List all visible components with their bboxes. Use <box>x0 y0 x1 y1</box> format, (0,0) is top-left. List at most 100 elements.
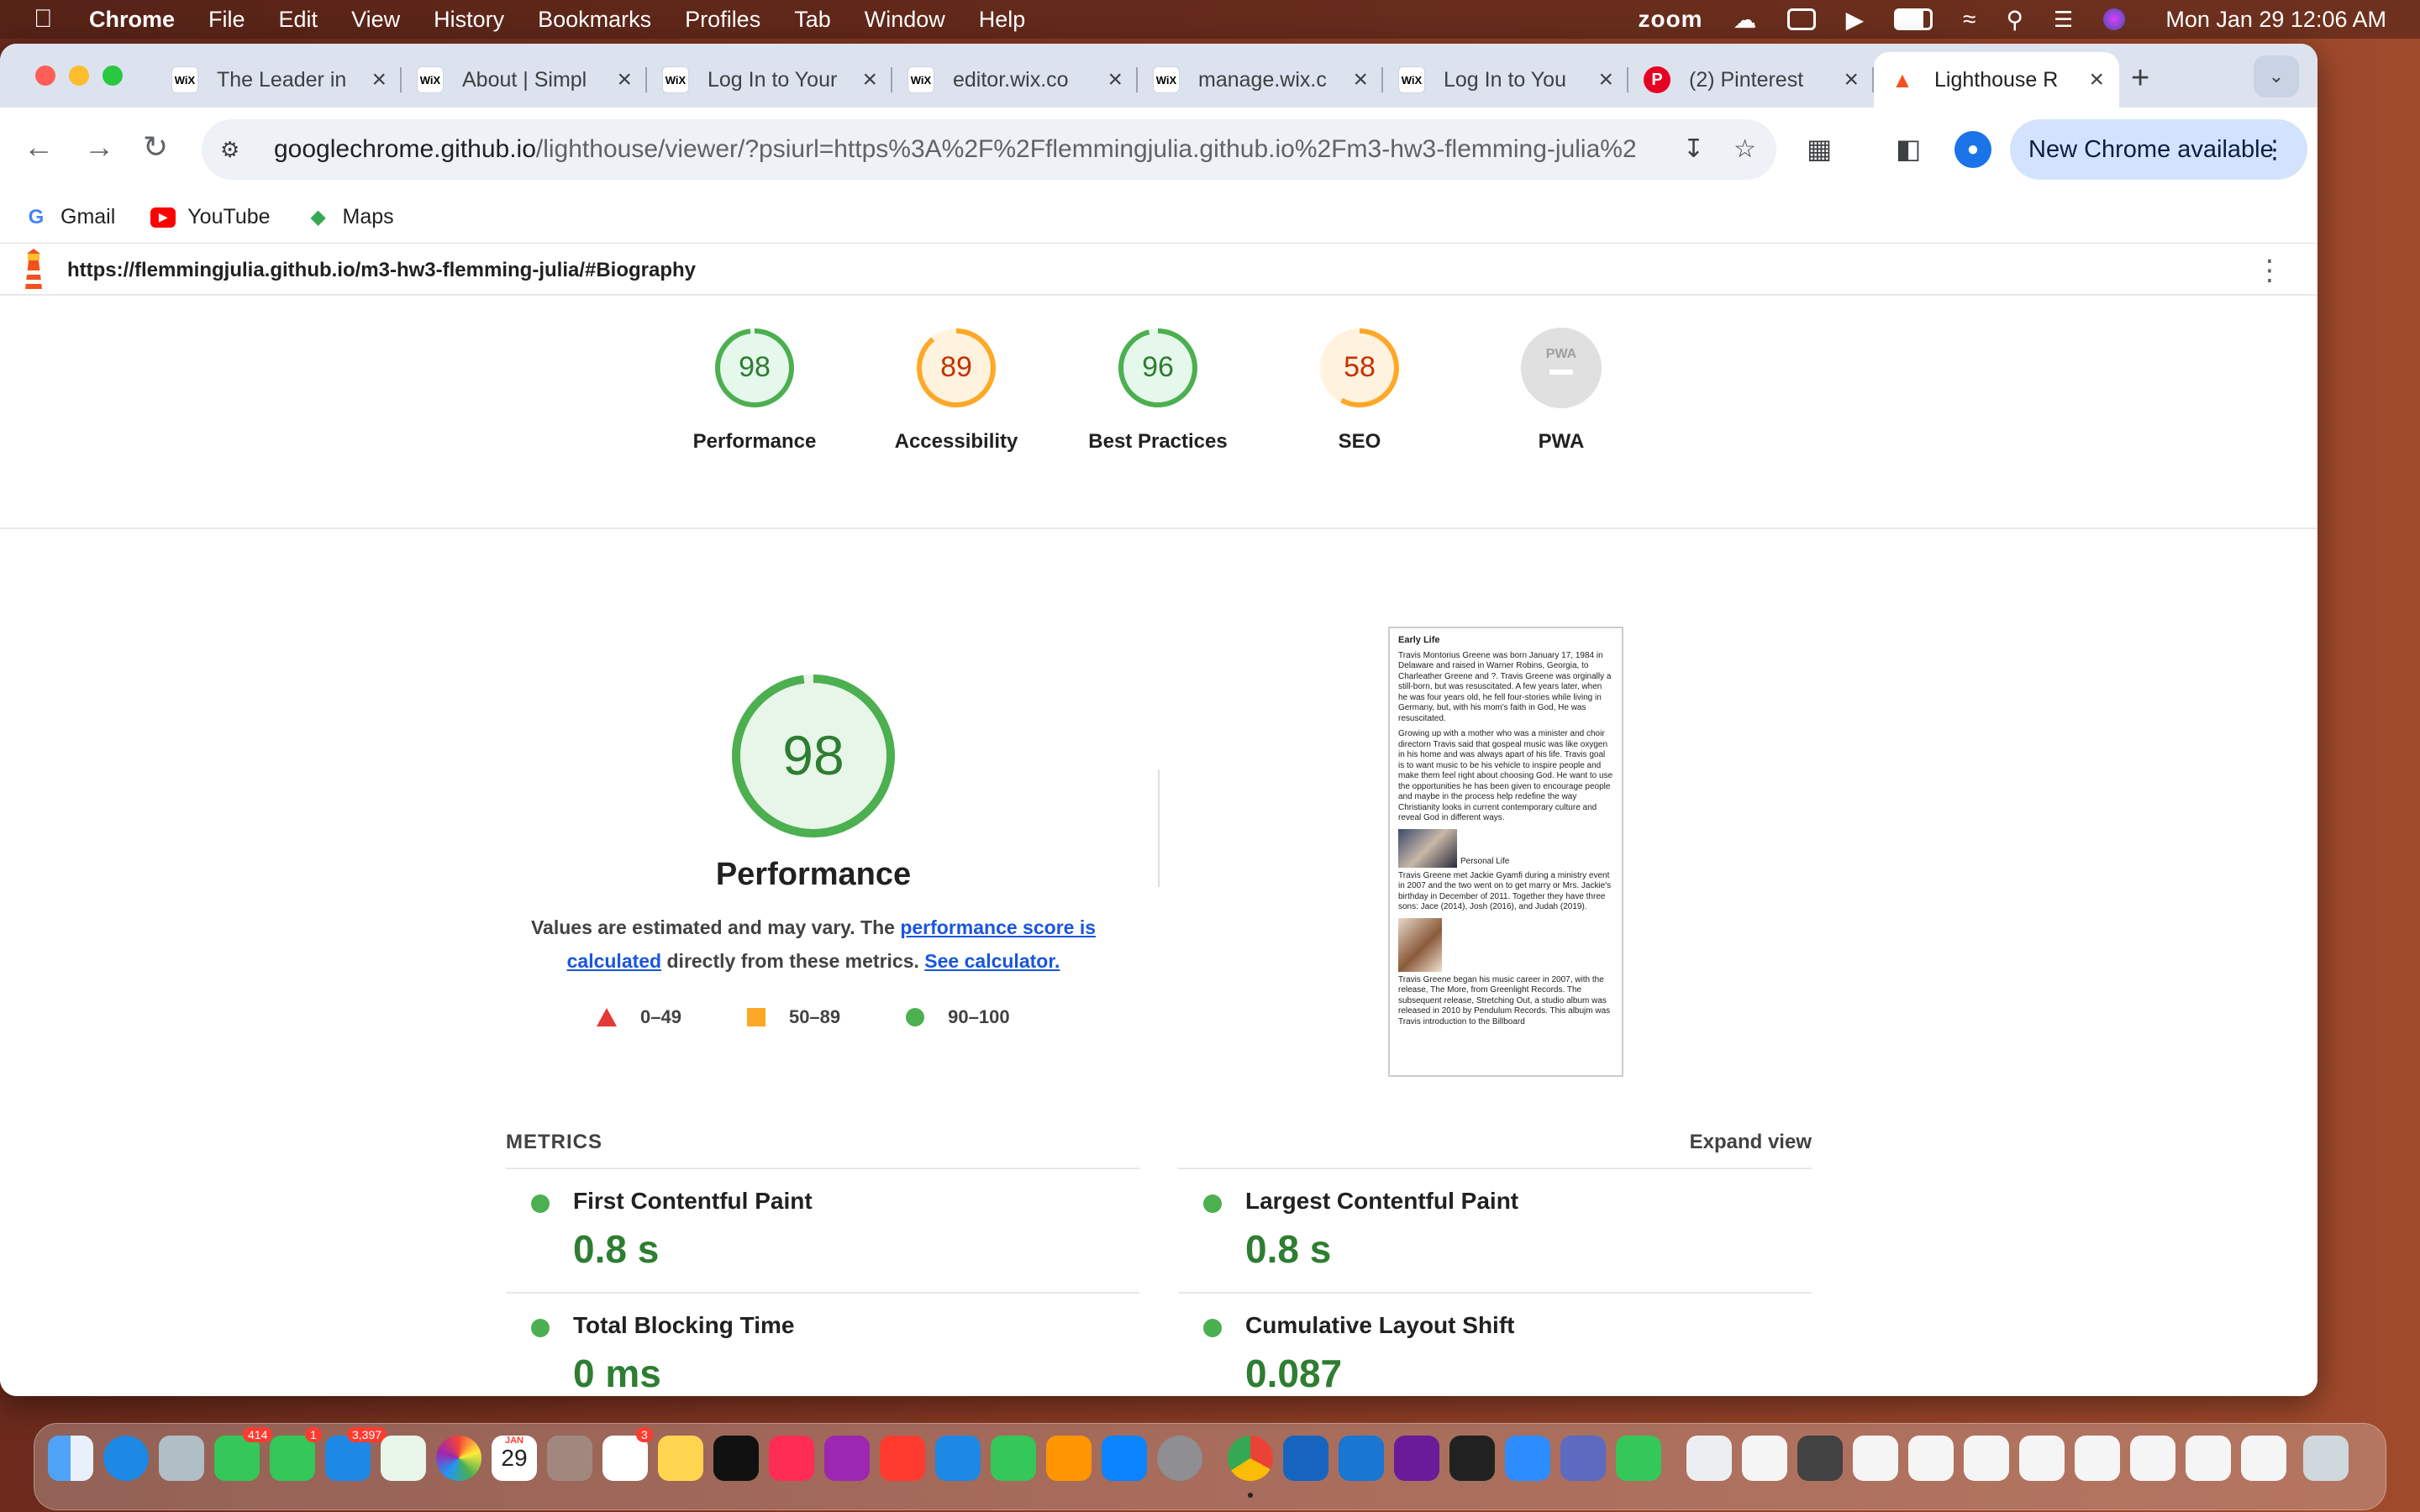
forward-icon[interactable]: → <box>84 129 114 165</box>
tab-pinterest[interactable]: P (2) Pinterest × <box>1628 52 1874 108</box>
close-icon[interactable]: × <box>1353 66 1368 94</box>
reminders-icon[interactable] <box>602 1436 648 1481</box>
tab-wix-login-2[interactable]: WiX Log In to You × <box>1383 52 1628 108</box>
document-thumbnail-icon[interactable] <box>2241 1436 2286 1481</box>
tab-search-button[interactable]: ⌄ <box>2254 55 2299 97</box>
url-text[interactable]: googlechrome.github.io/lighthouse/viewer… <box>274 135 1635 164</box>
word-icon[interactable] <box>1283 1436 1328 1481</box>
fullscreen-window-button[interactable] <box>103 66 123 86</box>
safari-icon[interactable] <box>103 1436 149 1481</box>
maps-app-icon[interactable] <box>381 1436 426 1481</box>
document-thumbnail-icon[interactable] <box>2186 1436 2231 1481</box>
wifi-icon[interactable]: ≈ <box>1963 6 1975 33</box>
zoom-app-icon[interactable] <box>1505 1436 1550 1481</box>
close-icon[interactable]: × <box>617 66 632 94</box>
close-icon[interactable]: × <box>371 66 387 94</box>
apple-menu-icon[interactable]:  <box>34 5 67 34</box>
app-store-icon[interactable] <box>1102 1436 1147 1481</box>
new-chrome-available-button[interactable]: New Chrome available ⋮ <box>2010 119 2307 180</box>
tab-wix-login[interactable]: WiX Log In to Your × <box>647 52 892 108</box>
bookmark-gmail[interactable]: G Gmail <box>24 205 116 229</box>
reload-icon[interactable]: ↻ <box>143 129 168 165</box>
control-center-icon[interactable]: ☰ <box>2054 7 2073 33</box>
finder-icon[interactable] <box>48 1436 93 1481</box>
menu-help[interactable]: Help <box>979 7 1026 33</box>
trash-icon[interactable] <box>2303 1436 2349 1481</box>
podcasts-icon[interactable] <box>824 1436 870 1481</box>
creative-cloud-icon[interactable]: ☁ <box>1733 6 1757 34</box>
minimize-window-button[interactable] <box>69 66 89 86</box>
document-thumbnail-icon[interactable] <box>2075 1436 2120 1481</box>
display-icon[interactable] <box>1786 8 1816 30</box>
facetime-2-icon[interactable] <box>1616 1436 1661 1481</box>
see-calculator-link[interactable]: See calculator. <box>924 950 1060 972</box>
launchpad-icon[interactable] <box>159 1436 204 1481</box>
menu-view[interactable]: View <box>351 7 400 33</box>
apple-tv-icon[interactable] <box>713 1436 759 1481</box>
expand-view-button[interactable]: Expand view <box>1690 1131 1812 1154</box>
menu-bookmarks[interactable]: Bookmarks <box>538 7 651 33</box>
menu-app-name[interactable]: Chrome <box>89 7 175 33</box>
document-thumbnail-icon[interactable] <box>1964 1436 2009 1481</box>
gauge-performance[interactable]: 98 Performance <box>671 326 839 454</box>
vscode-icon[interactable] <box>1339 1436 1384 1481</box>
photos-icon[interactable] <box>436 1436 481 1481</box>
messages-icon[interactable] <box>214 1436 260 1481</box>
document-thumbnail-icon[interactable] <box>2130 1436 2175 1481</box>
menubar-clock[interactable]: Mon Jan 29 12:06 AM <box>2165 7 2386 33</box>
numbers-icon[interactable] <box>991 1436 1036 1481</box>
tab-wix-about[interactable]: WiX About | Simpl × <box>402 52 647 108</box>
document-thumbnail-icon[interactable] <box>1742 1436 1787 1481</box>
extensions-icon[interactable]: ▦ <box>1807 133 1832 165</box>
address-bar[interactable]: ⚙ googlechrome.github.io/lighthouse/view… <box>202 119 1776 180</box>
report-url[interactable]: https://flemmingjulia.github.io/m3-hw3-f… <box>67 259 696 282</box>
gauge-best-practices[interactable]: 96 Best Practices <box>1074 326 1242 454</box>
final-screenshot-thumbnail[interactable]: Early Life Travis Montorius Greene was b… <box>1388 627 1623 1077</box>
gauge-seo[interactable]: 58 SEO <box>1276 326 1444 454</box>
chrome-icon[interactable] <box>1228 1436 1273 1481</box>
gauge-pwa[interactable]: PWA PWA <box>1477 326 1645 454</box>
play-icon[interactable]: ▶ <box>1846 6 1865 34</box>
music-icon[interactable] <box>769 1436 814 1481</box>
facetime-icon[interactable] <box>270 1436 315 1481</box>
bookmark-star-icon[interactable]: ☆ <box>1733 134 1756 164</box>
tab-wix-editor[interactable]: WiX editor.wix.co × <box>892 52 1138 108</box>
news-icon[interactable] <box>880 1436 925 1481</box>
document-thumbnail-icon[interactable] <box>1853 1436 1898 1481</box>
spotlight-search-icon[interactable]: ⚲ <box>2007 6 2024 34</box>
close-icon[interactable]: × <box>862 66 877 94</box>
tab-lighthouse[interactable]: ▲ Lighthouse R × <box>1874 52 2119 108</box>
close-icon[interactable]: × <box>1107 66 1123 94</box>
back-icon[interactable]: ← <box>24 129 54 165</box>
site-info-icon[interactable]: ⚙ <box>220 137 249 163</box>
bookmark-youtube[interactable]: ▶ YouTube <box>150 205 271 229</box>
new-tab-button[interactable]: + <box>2131 60 2149 97</box>
teams-icon[interactable] <box>1560 1436 1606 1481</box>
menu-edit[interactable]: Edit <box>279 7 318 33</box>
calendar-icon[interactable]: JAN 29 <box>492 1436 537 1481</box>
downloads-stack-icon[interactable] <box>1686 1436 1732 1481</box>
menu-file[interactable]: File <box>208 7 245 33</box>
terminal-icon[interactable] <box>1449 1436 1495 1481</box>
menu-history[interactable]: History <box>434 7 504 33</box>
gauge-accessibility[interactable]: 89 Accessibility <box>872 326 1040 454</box>
zoom-status-icon[interactable]: zoom <box>1638 6 1702 33</box>
tab-wix-manage[interactable]: WiX manage.wix.c × <box>1138 52 1383 108</box>
close-icon[interactable]: × <box>1598 66 1613 94</box>
siri-icon[interactable] <box>2103 8 2126 30</box>
menu-tab[interactable]: Tab <box>794 7 831 33</box>
notes-icon[interactable] <box>658 1436 703 1481</box>
contacts-icon[interactable] <box>547 1436 592 1481</box>
document-thumbnail-icon[interactable] <box>1908 1436 1954 1481</box>
tab-wix-leader[interactable]: WiX The Leader in × <box>156 52 402 108</box>
pages-icon[interactable] <box>1046 1436 1092 1481</box>
menu-profiles[interactable]: Profiles <box>685 7 760 33</box>
bookmark-maps[interactable]: ◆ Maps <box>306 205 393 229</box>
system-settings-icon[interactable] <box>1157 1436 1202 1481</box>
mail-icon[interactable] <box>325 1436 371 1481</box>
close-icon[interactable]: × <box>2089 66 2104 94</box>
close-icon[interactable]: × <box>1844 66 1859 94</box>
github-desktop-icon[interactable] <box>1394 1436 1439 1481</box>
battery-icon[interactable] <box>1894 8 1933 30</box>
document-thumbnail-icon[interactable] <box>2019 1436 2065 1481</box>
